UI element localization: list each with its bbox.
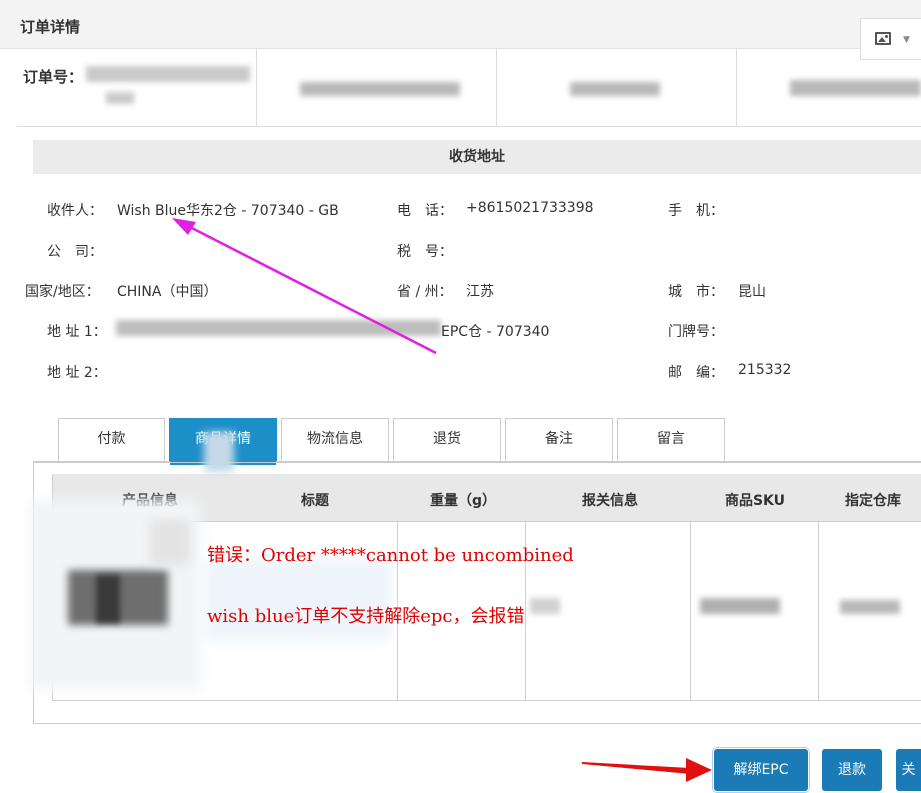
annotation-arrows <box>172 218 712 782</box>
refund-button[interactable]: 退款 <box>822 749 882 791</box>
red-arrow <box>582 758 712 782</box>
unbind-epc-button[interactable]: 解绑EPC <box>712 747 810 793</box>
close-button[interactable]: 关 <box>896 749 921 791</box>
magenta-arrow <box>172 218 437 355</box>
